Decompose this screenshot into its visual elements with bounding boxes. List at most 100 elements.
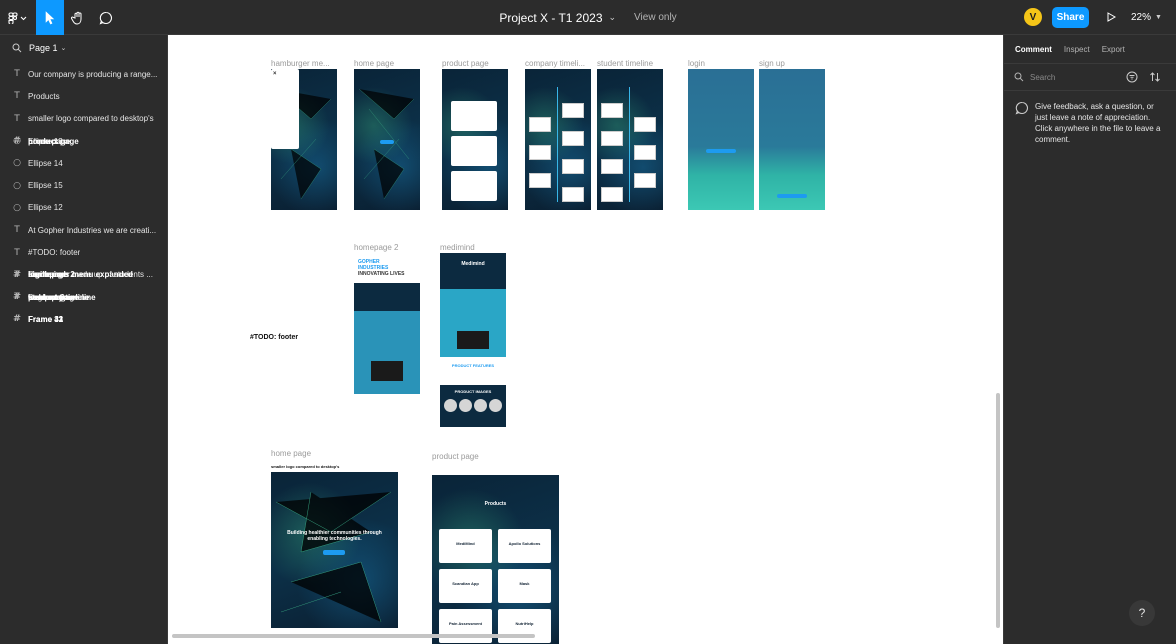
frame-label-home[interactable]: home page — [354, 59, 394, 68]
signin-button — [706, 149, 736, 153]
timeline-box — [601, 131, 623, 146]
layer-item[interactable]: ○ Ellipse 12 — [0, 197, 167, 219]
layer-name: Ellipse 14 — [28, 158, 63, 168]
tab-inspect[interactable]: Inspect — [1064, 45, 1090, 54]
frame-label-hamburger[interactable]: hamburger me... — [271, 59, 330, 68]
page-selector[interactable]: Page 1 ⌄ — [0, 35, 167, 61]
frame-home-mobile[interactable] — [354, 69, 420, 210]
product-card-title: MediMind — [456, 541, 475, 546]
main-menu-button[interactable] — [0, 0, 36, 35]
frame-label-home-desktop[interactable]: home page — [271, 449, 311, 458]
smaller-logo-note[interactable]: smaller logo compared to desktop's — [271, 464, 339, 469]
layers-panel: Page 1 ⌄ T Our company is producing a ran… — [0, 35, 168, 644]
frame-label-product-desktop[interactable]: product page — [432, 452, 479, 461]
frame-label-homepage2[interactable]: homepage 2 — [354, 243, 398, 252]
text-icon: T — [14, 91, 20, 102]
todo-footer-note[interactable]: #TODO: footer — [250, 334, 298, 341]
product-images-frame[interactable]: PRODUCT IMAGES — [440, 385, 506, 427]
timeline-box — [634, 117, 656, 132]
layer-item[interactable]: # web con6 — [0, 286, 64, 308]
product-card — [451, 136, 497, 166]
product-card-title: Apollo Solutions — [508, 541, 541, 546]
timeline-box — [634, 173, 656, 188]
figma-menu-icon — [8, 11, 27, 24]
frame-homepage2[interactable]: GOPHER INDUSTRIES INNOVATING LIVES — [354, 253, 420, 394]
horizontal-scrollbar[interactable] — [172, 634, 535, 638]
close-icon: × — [273, 71, 277, 77]
frame-icon: # — [13, 136, 21, 147]
product-card — [451, 101, 497, 131]
image-circle — [444, 399, 457, 412]
hero-band — [354, 283, 420, 311]
frame-label-signup[interactable]: sign up — [759, 59, 785, 68]
move-tool-button[interactable] — [36, 0, 64, 35]
text-icon: T — [14, 113, 20, 124]
layer-item[interactable]: T #TODO: footer — [0, 241, 167, 263]
learn-more-button — [380, 140, 394, 144]
chevron-down-icon[interactable]: ⌄ — [609, 12, 617, 23]
sort-icon[interactable] — [1149, 71, 1161, 83]
layer-item[interactable]: T At Gopher Industries we are creati... — [0, 219, 167, 241]
hand-tool-button[interactable] — [64, 0, 92, 35]
comment-tool-button[interactable] — [92, 0, 120, 35]
timeline-box — [562, 103, 584, 118]
comment-hint: Give feedback, ask a question, or just l… — [1015, 101, 1165, 145]
frame-login[interactable] — [688, 69, 754, 210]
layer-item[interactable]: ○ Ellipse 14 — [0, 152, 167, 174]
hand-tool-icon — [71, 11, 82, 25]
layer-name: Frame 31 — [28, 314, 64, 324]
product-card: Scandian App — [439, 569, 492, 603]
frame-hamburger-menu[interactable]: × — [271, 69, 337, 210]
chevron-down-icon: ⌄ — [60, 45, 67, 52]
file-title[interactable]: Project X - T1 2023 — [499, 11, 602, 25]
layer-item[interactable]: # home page — [0, 130, 70, 152]
vertical-scrollbar[interactable] — [996, 393, 1000, 628]
frame-label-login[interactable]: login — [688, 59, 705, 68]
avatar[interactable]: V — [1024, 8, 1042, 26]
file-title-area: Project X - T1 2023 ⌄ View only — [0, 0, 1176, 35]
view-only-badge: View only — [634, 12, 677, 23]
frame-company-timeline[interactable] — [525, 69, 591, 210]
product-card — [451, 171, 497, 201]
layer-item[interactable]: # hamburger menu expanded — [0, 264, 133, 286]
tab-export[interactable]: Export — [1102, 45, 1125, 54]
search-icon — [1014, 72, 1024, 82]
layer-item[interactable]: T Products — [0, 85, 167, 107]
features-label: PRODUCT FEATURES — [451, 363, 495, 368]
frame-product-desktop[interactable]: Products MediMind Apollo Solutions Scand… — [432, 475, 559, 644]
page-label: Page 1 — [29, 43, 58, 53]
timeline-box — [562, 187, 584, 202]
timeline-box — [562, 159, 584, 174]
frame-label-product[interactable]: product page — [442, 59, 489, 68]
frame-label-company-timeline[interactable]: company timeli... — [525, 59, 585, 68]
product-card: Apollo Solutions — [498, 529, 551, 563]
video-placeholder — [371, 361, 403, 381]
timeline-box — [529, 117, 551, 132]
frame-product-mobile[interactable] — [442, 69, 508, 210]
layer-name: Our company is producing a range... — [28, 69, 158, 79]
help-button[interactable]: ? — [1129, 600, 1155, 626]
timeline-box — [529, 145, 551, 160]
zoom-dropdown[interactable]: 22% ▼ — [1131, 0, 1162, 35]
layer-name: hamburger menu expanded — [28, 270, 133, 280]
frame-label-student-timeline[interactable]: student timeline — [597, 59, 653, 68]
frame-medimind[interactable]: Medimind — [440, 253, 506, 357]
comment-search-input[interactable]: Search — [1004, 63, 1176, 91]
layer-item[interactable]: ○ Ellipse 15 — [0, 174, 167, 196]
layer-item[interactable]: Tsmaller logo compared to desktop's — [0, 108, 167, 130]
frame-student-timeline[interactable] — [597, 69, 663, 210]
layer-item[interactable]: T Our company is producing a range... — [0, 63, 167, 85]
share-button[interactable]: Share — [1052, 7, 1089, 28]
filter-icon[interactable] — [1126, 71, 1138, 83]
innovating-text: INNOVATING LIVES — [358, 271, 405, 277]
frame-signup[interactable] — [759, 69, 825, 210]
ellipse-icon: ○ — [13, 202, 21, 213]
frame-icon: # — [13, 314, 21, 325]
product-card-title: Scandian App — [452, 581, 479, 586]
frame-label-medimind[interactable]: medimind — [440, 243, 475, 252]
tab-comment[interactable]: Comment — [1015, 45, 1052, 54]
present-button[interactable] — [1102, 8, 1120, 26]
frame-home-desktop[interactable]: Building healthier communities through e… — [271, 472, 398, 628]
design-canvas[interactable]: hamburger me... home page product page c… — [168, 35, 1003, 644]
layer-item[interactable]: # Frame 31 — [0, 308, 63, 330]
